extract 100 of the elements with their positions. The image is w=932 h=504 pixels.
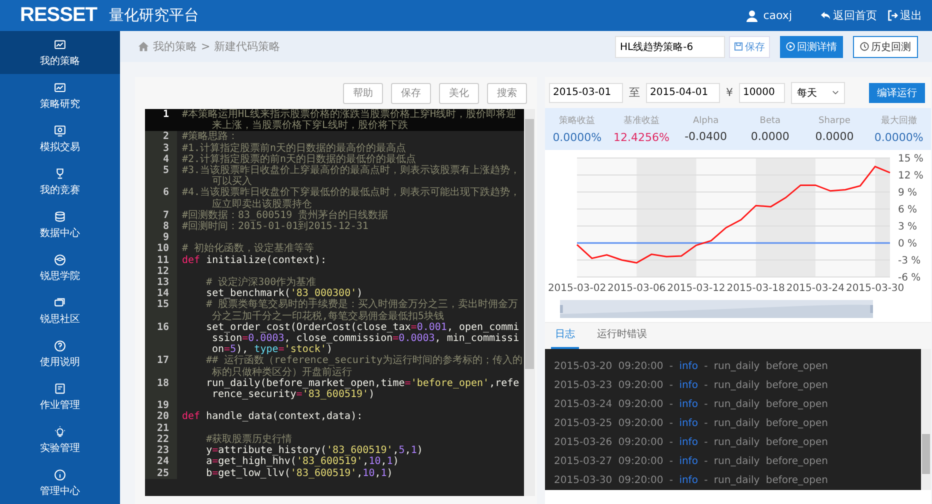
scrollbar[interactable] [524,109,535,496]
editor-toolbar-button[interactable]: 美化 [439,82,479,104]
log-entry: 2015-03-25 09:20:00 - info - run_daily before_open [554,417,829,431]
graduation-cap-icon [53,252,67,266]
sidebar-item[interactable]: 使用说明 [0,332,120,375]
line-number: 4 [145,154,177,166]
breadcrumb-separator: > [201,40,210,53]
database-icon [53,210,67,224]
sidebar-item[interactable]: 我的竞赛 [0,160,120,203]
y-tick-label: 9 % [898,188,918,198]
help-icon [53,338,67,352]
log-entry: 2015-03-30 09:20:00 - info - run_daily before_open [554,474,829,488]
editor-toolbar-button[interactable]: 帮助 [343,82,383,104]
stat-value: -0.0400 [684,130,728,142]
editor-toolbar-button[interactable]: 搜索 [487,82,527,104]
currency-label: ¥ [726,86,733,99]
line-number: 10 [145,243,177,255]
line-number: 19 [145,400,177,412]
x-tick-label: 2015-03-24 [786,283,845,294]
line-number: 20 [145,411,177,423]
stat-label: 最大回撤 [880,114,917,127]
y-tick-label: 12 % [898,170,924,182]
line-number: 6 [145,187,177,210]
sidebar-item[interactable]: 数据中心 [0,203,120,246]
code-line: #获取股票历史行情 [205,434,294,445]
code-line: def initialize(context): [181,254,328,266]
sidebar-item[interactable]: 模拟交易 [0,117,120,160]
stat-label: Alpha [693,116,719,126]
line-number: 22 [145,434,177,446]
history-backtest-button[interactable]: 历史回测 [853,36,918,58]
line-number: 5 [145,165,177,188]
code-line: #4.当该股票昨日收盘价下穿最低价的最低点时，则表示可能出现下跌趋势，应立即卖出该股票持仓 [181,187,522,210]
sidebar-item[interactable]: 实验管理 [0,418,120,461]
line-number: 21 [145,422,177,434]
y-tick-label: 6 % [898,204,918,216]
lightbulb-icon [53,424,67,438]
end-date-field[interactable]: 2015-04-01 [646,82,720,102]
line-number: 14 [145,288,177,300]
run-button[interactable]: 编译运行 [869,82,925,102]
line-number: 16 [145,322,177,356]
line-number: 8 [145,221,177,232]
line-number: 7 [145,210,177,222]
monitor-icon [53,124,67,138]
chart-icon [53,38,67,52]
code-line: # 股票类每笔交易时的手续费是：买入时佣金万分之三，卖出时佣金万分之三加千分之一印花税,每笔交易佣金最低扣5块钱 [205,299,520,322]
y-tick-label: -6 % [898,272,921,284]
code-line: #1.计算指定股票前n天的日数据的最高价的最高点 [181,142,406,154]
log-entry: 2015-03-20 09:20:00 - info - run_daily before_open [554,360,829,374]
log-entry: 2015-03-27 09:20:00 - info - run_daily before_open [554,455,829,469]
capital-field[interactable]: 10000 [739,82,785,102]
code-line: a=get_high_hhv('83_600519',10,1) [205,456,400,468]
line-number: 24 [145,456,177,468]
to-label: 至 [629,85,640,100]
code-line: #2.计算指定股票的前n天的日数据的最低价的最低点 [181,154,416,165]
username: caoxj [763,9,792,22]
reply-arrow-icon [820,10,831,21]
play-icon [786,42,795,51]
x-tick-label: 2015-03-12 [667,283,726,294]
line-number: 13 [145,277,177,288]
code-line: ## 运行函数（reference_security为运行时间的参考标的；传入的标的只做种类区分）开盘前运行 [205,355,524,378]
log-tab[interactable]: 运行时错误 [593,327,651,349]
save-icon [734,42,743,51]
sidebar-item[interactable]: 策略研究 [0,74,120,117]
range-navigator[interactable] [560,300,873,318]
chat-icon [53,296,67,310]
code-line: def handle_data(context,data): [181,411,364,423]
sidebar-item[interactable]: 锐思学院 [0,246,120,289]
y-tick-label: 0 % [898,238,918,250]
code-line: set_order_cost(OrderCost(close_tax=0.001, open_commission=0.0003, close_commission=0.0003, min_commission=5), type='stock') [205,322,520,356]
line-number: 3 [145,142,177,154]
code-line: y=attribute_history('83_600519',5,1) [205,445,424,456]
stat-value: 0.0000% [874,131,924,144]
home-link[interactable]: 返回首页 [820,8,877,23]
code-line: #策略思路： [181,131,240,142]
line-number: 23 [145,445,177,456]
stat-value: 0.0000 [750,130,790,142]
line-number: 2 [145,131,177,143]
code-line: # 初始化函数，设定基准等等 [181,243,316,255]
start-date-field[interactable]: 2015-03-01 [549,82,623,102]
log-entry: 2015-03-24 09:20:00 - info - run_daily before_open [554,398,829,412]
sidebar-item[interactable]: 管理中心 [0,461,120,504]
strategy-name-field[interactable]: HL线趋势策略-6 [615,36,725,58]
y-tick-label: 15 % [898,154,924,164]
logo: RESSET [20,4,98,27]
editor-toolbar-button[interactable]: 保存 [391,82,431,104]
frequency-select[interactable]: 每天 [791,82,845,104]
stat-label: Beta [760,116,781,126]
backtest-detail-button[interactable]: 回测详情 [780,36,843,58]
save-button[interactable]: 保存 [729,36,770,58]
sidebar-item[interactable]: 我的策略 [0,31,120,74]
line-number: 17 [145,355,177,378]
home-icon [138,41,149,52]
sidebar-item[interactable]: 作业管理 [0,375,120,418]
sidebar-item[interactable]: 锐思社区 [0,289,120,332]
chart-icon [53,80,67,94]
scrollbar[interactable] [921,349,931,490]
code-line: #3.当该股票昨日收盘价上穿最高价的最高点时，则表示该股票有上涨趋势，可以买入 [181,165,522,188]
code-line: set_benchmark('83_000300') [205,288,363,300]
stat-value: 0.0000 [815,130,854,142]
logout-link[interactable]: 退出 [887,8,922,23]
